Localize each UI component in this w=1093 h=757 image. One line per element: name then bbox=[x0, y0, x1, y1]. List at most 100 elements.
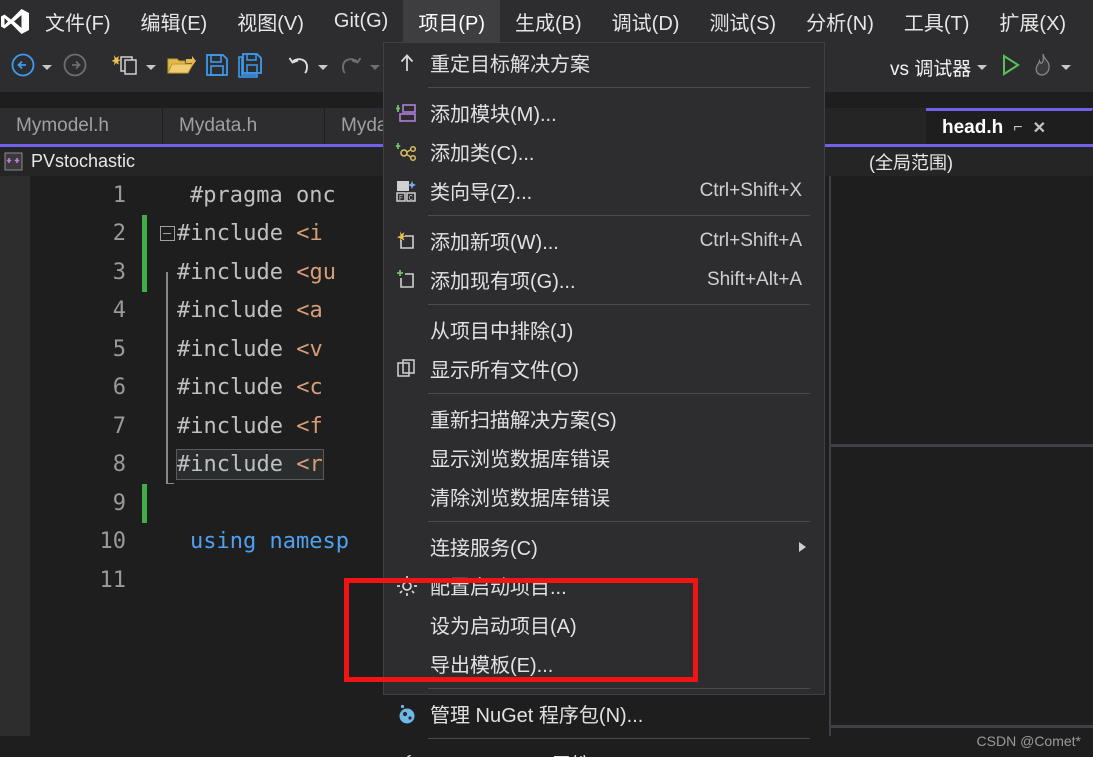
new-item-dropdown[interactable] bbox=[146, 64, 156, 70]
change-marker bbox=[142, 176, 147, 215]
line-number: 10 bbox=[99, 529, 127, 555]
panel-horizontal-divider-2[interactable] bbox=[831, 725, 1093, 728]
new-item-icon bbox=[110, 52, 140, 83]
menu-item-11[interactable]: 连接服务(C) bbox=[384, 527, 824, 566]
menu-item-15[interactable]: 管理 NuGet 程序包(N)... bbox=[384, 694, 824, 733]
new-item-button[interactable] bbox=[106, 42, 144, 92]
menu-item-6[interactable]: 从项目中排除(J) bbox=[384, 310, 824, 349]
change-marker bbox=[142, 407, 147, 446]
tab-label: Mymodel.h bbox=[16, 115, 109, 136]
line-number: 9 bbox=[112, 490, 126, 516]
hot-reload-button[interactable] bbox=[1027, 42, 1059, 92]
pin-icon[interactable]: ⌐ bbox=[1013, 119, 1022, 137]
change-marker bbox=[142, 253, 147, 292]
menubar-item-1[interactable]: 编辑(E) bbox=[126, 0, 223, 42]
code-text: #include <r bbox=[176, 449, 324, 481]
menubar-item-7[interactable]: 测试(S) bbox=[694, 0, 791, 42]
gear-icon bbox=[384, 574, 430, 598]
start-debug-button[interactable] bbox=[993, 42, 1027, 92]
menu-item-3[interactable]: F C 类向导(Z)... Ctrl+Shift+X bbox=[384, 171, 824, 210]
navigate-forward-icon bbox=[62, 52, 88, 83]
close-icon[interactable]: ✕ bbox=[1033, 118, 1046, 138]
change-marker bbox=[142, 446, 147, 485]
editor-left-margin bbox=[0, 176, 30, 736]
menu-item-0[interactable]: 重定目标解决方案 bbox=[384, 43, 824, 82]
svg-text:F: F bbox=[399, 195, 403, 203]
menu-item-shortcut: Ctrl+Shift+X bbox=[699, 179, 802, 201]
redo-button[interactable] bbox=[334, 42, 368, 92]
undo-dropdown[interactable] bbox=[318, 64, 328, 70]
save-button[interactable] bbox=[200, 42, 234, 92]
menu-item-7[interactable]: 显示所有文件(O) bbox=[384, 349, 824, 388]
menubar-item-9[interactable]: 工具(T) bbox=[889, 0, 985, 42]
class-wizard-icon: FC bbox=[384, 179, 430, 203]
menubar-item-8[interactable]: 分析(N) bbox=[791, 0, 889, 42]
tab-0[interactable]: Mymodel.h bbox=[0, 108, 163, 144]
menu-item-label: 类向导(Z)... bbox=[430, 182, 533, 204]
code-token: <f bbox=[296, 413, 323, 439]
menu-item-label: PVstochastic 属性(P) bbox=[430, 749, 824, 757]
code-text: #include <c bbox=[177, 375, 323, 400]
menubar-item-4[interactable]: 项目(P) bbox=[403, 0, 500, 42]
navigate-back-dropdown[interactable] bbox=[42, 64, 52, 70]
code-text: using namesp bbox=[190, 529, 349, 554]
line-number: 4 bbox=[112, 298, 126, 324]
menu-item-1[interactable]: 添加模块(M)... bbox=[384, 93, 824, 132]
change-marker bbox=[142, 330, 147, 369]
code-token: #include bbox=[177, 413, 297, 439]
undo-icon bbox=[286, 52, 312, 83]
save-all-button[interactable] bbox=[234, 42, 268, 92]
hot-reload-dropdown[interactable] bbox=[1061, 64, 1072, 70]
menubar-item-6[interactable]: 调试(D) bbox=[597, 0, 695, 42]
menu-item-label: 重新扫描解决方案(S) bbox=[430, 410, 617, 432]
add-new-item-icon bbox=[384, 229, 430, 253]
visual-studio-window: 文件(F) 编辑(E) 视图(V) Git(G) 项目(P) 生成(B) 调试(D) 测试(S… bbox=[0, 0, 1093, 757]
line-number: 1 bbox=[112, 182, 126, 208]
code-text: #pragma onc bbox=[190, 183, 336, 208]
menu-item-2[interactable]: 添加类(C)... bbox=[384, 132, 824, 171]
project-menu-dropdown[interactable]: 重定目标解决方案 添加模块(M)... 添加类(C)... F C 类向导(Z)... Ct… bbox=[383, 42, 825, 757]
menu-item-9[interactable]: 显示浏览数据库错误 bbox=[384, 438, 824, 477]
panel-vertical-divider[interactable] bbox=[829, 176, 831, 736]
menu-item-13[interactable]: 设为启动项目(A) bbox=[384, 605, 824, 644]
panel-horizontal-divider[interactable] bbox=[831, 444, 1093, 447]
tab-1[interactable]: Mydata.h bbox=[163, 108, 325, 144]
menubar-item-0[interactable]: 文件(F) bbox=[30, 0, 126, 42]
tab-head-h[interactable]: head.h ⌐ ✕ bbox=[926, 108, 1093, 144]
fold-indicator[interactable] bbox=[157, 226, 177, 242]
navigate-back-button[interactable] bbox=[6, 42, 40, 92]
line-number: 3 bbox=[112, 259, 126, 285]
menu-item-8[interactable]: 重新扫描解决方案(S) bbox=[384, 399, 824, 438]
tab-label: Myda bbox=[341, 115, 388, 136]
menu-item-16[interactable]: PVstochastic 属性(P) bbox=[384, 744, 824, 757]
menu-item-4[interactable]: 添加新项(W)... Ctrl+Shift+A bbox=[384, 221, 824, 260]
menubar-item-3[interactable]: Git(G) bbox=[319, 0, 403, 42]
redo-dropdown[interactable] bbox=[370, 64, 380, 70]
navigate-forward-button[interactable] bbox=[58, 42, 92, 92]
menu-item-14[interactable]: 导出模板(E)... bbox=[384, 644, 824, 683]
change-marker bbox=[142, 369, 147, 408]
debug-target-label[interactable]: vs 调试器 bbox=[886, 54, 975, 81]
menubar-item-11[interactable]: 窗口(W bbox=[1081, 0, 1093, 42]
menubar-item-2[interactable]: 视图(V) bbox=[222, 0, 319, 42]
menu-item-shortcut: Ctrl+Shift+A bbox=[699, 229, 802, 251]
code-text: #include <v bbox=[177, 337, 323, 362]
menu-item-10[interactable]: 清除浏览数据库错误 bbox=[384, 477, 824, 516]
collapse-toggle-icon[interactable] bbox=[159, 226, 175, 242]
debug-target-dropdown[interactable] bbox=[977, 64, 988, 70]
open-file-button[interactable] bbox=[162, 42, 200, 92]
menubar-item-10[interactable]: 扩展(X) bbox=[984, 0, 1081, 42]
breadcrumb-scope-right[interactable]: (全局范围) bbox=[829, 147, 1093, 176]
menu-item-label: 添加现有项(G)... bbox=[430, 271, 576, 293]
save-icon bbox=[204, 52, 230, 83]
code-text: #include <gu bbox=[177, 260, 336, 285]
menu-item-label: 配置启动项目... bbox=[430, 577, 567, 599]
menubar-item-5[interactable]: 生成(B) bbox=[500, 0, 597, 42]
menu-item-label: 添加类(C)... bbox=[430, 143, 535, 165]
menu-item-12[interactable]: 配置启动项目... bbox=[384, 566, 824, 605]
menu-item-5[interactable]: 添加现有项(G)... Shift+Alt+A bbox=[384, 260, 824, 299]
undo-button[interactable] bbox=[282, 42, 316, 92]
open-file-icon bbox=[166, 52, 196, 83]
submenu-chevron-right-icon bbox=[799, 541, 806, 552]
